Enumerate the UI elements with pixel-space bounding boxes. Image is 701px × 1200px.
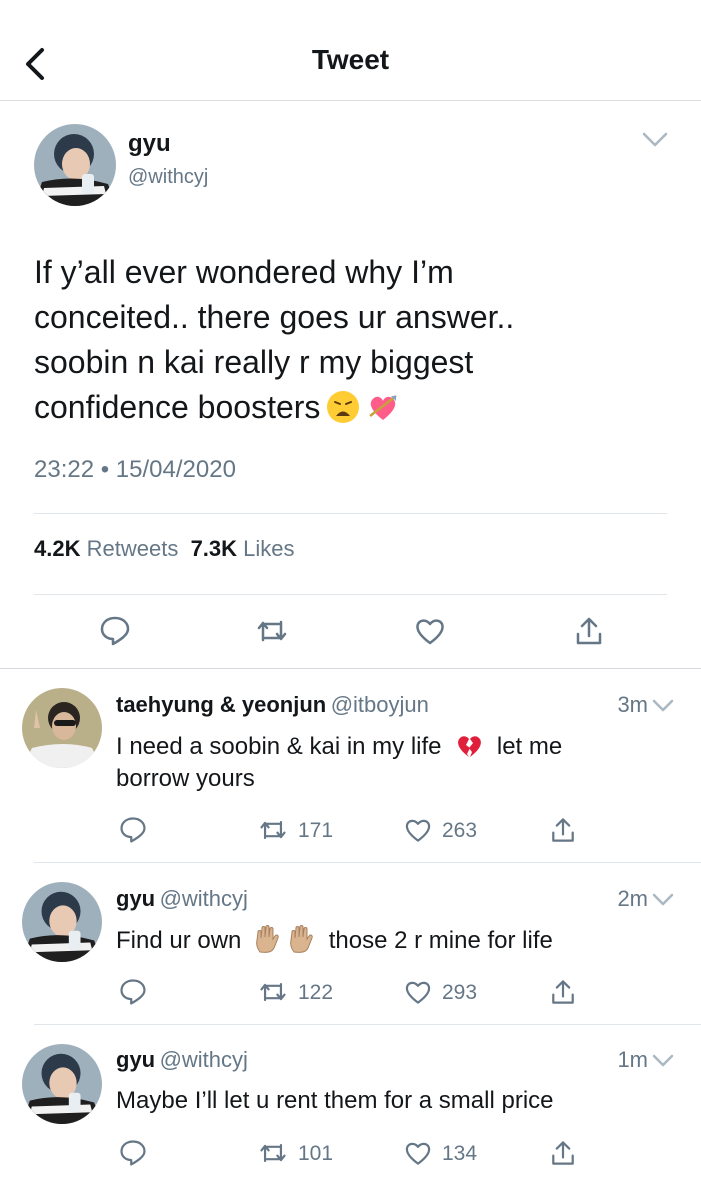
reply-header: gyu @withcyj: [116, 1047, 248, 1073]
reply-author-name[interactable]: gyu: [116, 886, 155, 911]
heart-with-arrow-emoji: [366, 390, 400, 424]
like-count: 263: [442, 819, 478, 842]
reply-icon[interactable]: [118, 977, 148, 1007]
reply-time: 1m: [617, 1047, 648, 1072]
divider: [34, 1024, 701, 1025]
avatar[interactable]: [34, 124, 116, 206]
raised-hand-emoji: [286, 924, 316, 954]
share-icon[interactable]: [548, 1138, 578, 1168]
retweet-icon[interactable]: [258, 1138, 288, 1168]
reply-text: Find ur own those 2 r mine for life: [116, 924, 686, 957]
divider: [34, 862, 701, 863]
retweet-count: 122: [298, 981, 334, 1004]
heart-icon[interactable]: [413, 614, 447, 648]
reply-author-name[interactable]: gyu: [116, 1047, 155, 1072]
tweet-stats: 4.2K Retweets 7.3K Likes: [34, 536, 295, 562]
tweet-timestamp: 23:22 • 15/04/2020: [34, 456, 236, 483]
heart-icon[interactable]: [403, 815, 433, 845]
likes-label[interactable]: Likes: [243, 536, 294, 561]
reply-text: I need a soobin & kai in my life let me …: [116, 730, 676, 795]
avatar[interactable]: [22, 882, 102, 962]
divider: [34, 513, 667, 514]
chevron-down-icon[interactable]: [640, 124, 670, 154]
reply-author-name[interactable]: taehyung & yeonjun: [116, 692, 326, 717]
share-icon[interactable]: [548, 815, 578, 845]
page-title: Tweet: [311, 44, 390, 75]
share-icon[interactable]: [572, 614, 606, 648]
reply-header: taehyung & yeonjun @itboyjun: [116, 692, 429, 718]
share-icon[interactable]: [548, 977, 578, 1007]
reply-author-handle[interactable]: @withcyj: [160, 886, 248, 911]
like-count: 293: [442, 981, 478, 1004]
like-count: 134: [442, 1142, 478, 1165]
avatar[interactable]: [22, 688, 102, 768]
divider: [0, 668, 701, 669]
reply-author-handle[interactable]: @itboyjun: [331, 692, 429, 717]
retweet-icon[interactable]: [258, 977, 288, 1007]
retweet-icon[interactable]: [255, 614, 289, 648]
reply-header: gyu @withcyj: [116, 886, 248, 912]
tweet-text: If y’all ever wondered why I’m conceited…: [34, 254, 515, 425]
retweet-count: 101: [298, 1142, 334, 1165]
reply-icon[interactable]: [118, 1138, 148, 1168]
retweets-count[interactable]: 4.2K: [34, 536, 80, 561]
author-handle[interactable]: @withcyj: [128, 166, 208, 189]
reply-text: Maybe I’ll let u rent them for a small p…: [116, 1087, 554, 1114]
reply-author-handle[interactable]: @withcyj: [160, 1047, 248, 1072]
heart-icon[interactable]: [403, 1138, 433, 1168]
broken-heart-emoji: [454, 730, 484, 760]
reply-time: 2m: [617, 886, 648, 911]
heart-icon[interactable]: [403, 977, 433, 1007]
retweet-count: 171: [298, 819, 334, 842]
chevron-down-icon[interactable]: [650, 692, 676, 718]
divider: [34, 594, 667, 595]
retweets-label[interactable]: Retweets: [87, 536, 179, 561]
likes-count[interactable]: 7.3K: [191, 536, 237, 561]
chevron-down-icon[interactable]: [650, 886, 676, 912]
retweet-icon[interactable]: [258, 815, 288, 845]
reply-icon[interactable]: [98, 614, 132, 648]
author-name[interactable]: gyu: [128, 130, 171, 158]
chevron-down-icon[interactable]: [650, 1047, 676, 1073]
weary-face-emoji: [326, 390, 360, 424]
avatar[interactable]: [22, 1044, 102, 1124]
reply-icon[interactable]: [118, 815, 148, 845]
raised-hand-emoji: [252, 924, 282, 954]
reply-time: 3m: [617, 692, 648, 717]
